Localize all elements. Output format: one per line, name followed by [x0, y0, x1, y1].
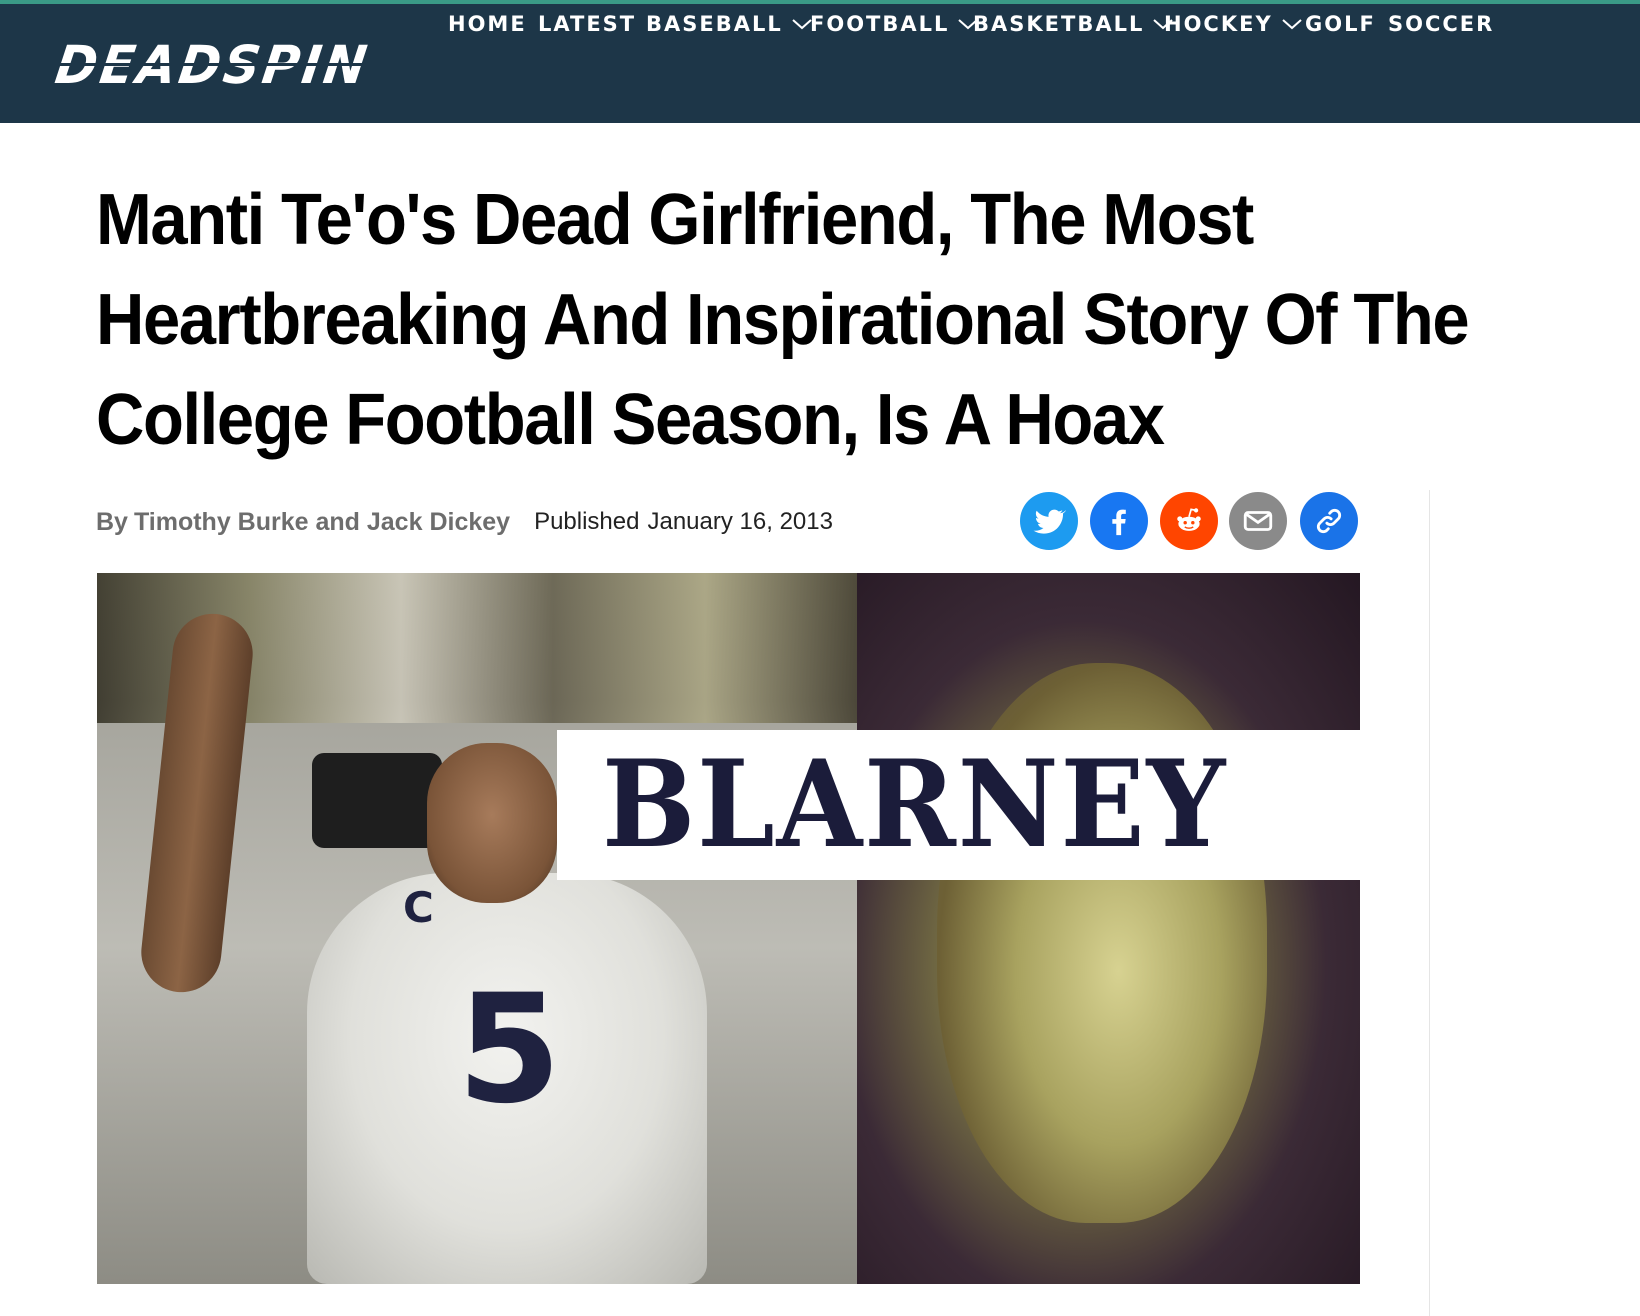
copy-link-button[interactable] — [1300, 492, 1358, 550]
nav-label: LATEST — [538, 12, 637, 36]
link-icon — [1316, 508, 1342, 534]
nav-label: BASEBALL — [646, 12, 783, 36]
logo-stripe — [58, 63, 428, 66]
nav-label: GOLF — [1305, 12, 1376, 36]
nav-item-golf[interactable]: GOLF — [1305, 4, 1376, 44]
site-header: DEADSPIN HOME LATEST BASEBALL FOOTBALL B… — [0, 4, 1640, 123]
nav-label: HOCKEY — [1164, 12, 1273, 36]
share-twitter-button[interactable] — [1020, 492, 1078, 550]
column-divider — [1429, 490, 1430, 1316]
byline-prefix: By — [96, 507, 128, 536]
published-date: January 16, 2013 — [647, 508, 833, 535]
nav-label: HOME — [448, 12, 527, 36]
hero-image[interactable]: C 5 BLARNEY — [97, 573, 1360, 1284]
nav-item-soccer[interactable]: SOCCER — [1388, 4, 1494, 44]
headline-line: Manti Te'o's Dead Girlfriend, The Most — [96, 180, 1254, 260]
article-headline: Manti Te'o's Dead Girlfriend, The Most H… — [96, 170, 1491, 470]
site-logo[interactable]: DEADSPIN — [52, 35, 428, 95]
tv-camera — [312, 753, 442, 848]
published-label: Published — [534, 508, 640, 535]
nav-item-latest[interactable]: LATEST — [538, 4, 636, 44]
facebook-icon — [1112, 509, 1126, 536]
email-icon — [1243, 511, 1273, 531]
hero-banner: BLARNEY — [557, 730, 1360, 880]
chevron-down-icon — [1282, 19, 1302, 30]
nav-label: SOCCER — [1388, 12, 1495, 36]
nav-label: BASKETBALL — [973, 12, 1145, 36]
nav-item-basketball[interactable]: BASKETBALL — [973, 4, 1174, 44]
jersey-number: 5 — [457, 963, 562, 1137]
byline: By Timothy Burke and Jack Dickey Publish… — [96, 500, 833, 544]
hero-photo-player: C 5 — [97, 573, 857, 1284]
nav-item-home[interactable]: HOME — [448, 4, 527, 44]
share-email-button[interactable] — [1229, 492, 1287, 550]
reddit-icon — [1177, 508, 1201, 531]
player-head — [427, 743, 557, 903]
nav-item-hockey[interactable]: HOCKEY — [1164, 4, 1303, 44]
nav-item-baseball[interactable]: BASEBALL — [646, 4, 813, 44]
nav-label: FOOTBALL — [810, 12, 950, 36]
nav-item-football[interactable]: FOOTBALL — [810, 4, 979, 44]
twitter-icon — [1033, 509, 1066, 534]
share-facebook-button[interactable] — [1090, 492, 1148, 550]
jersey-captain-letter: C — [403, 883, 434, 932]
headline-line: Heartbreaking And Inspirational Story Of… — [96, 280, 1470, 360]
banner-text: BLARNEY — [602, 734, 1228, 875]
byline-authors[interactable]: Timothy Burke and Jack Dickey — [134, 508, 510, 537]
share-reddit-button[interactable] — [1160, 492, 1218, 550]
headline-line: College Football Season, Is A Hoax — [96, 380, 1165, 460]
